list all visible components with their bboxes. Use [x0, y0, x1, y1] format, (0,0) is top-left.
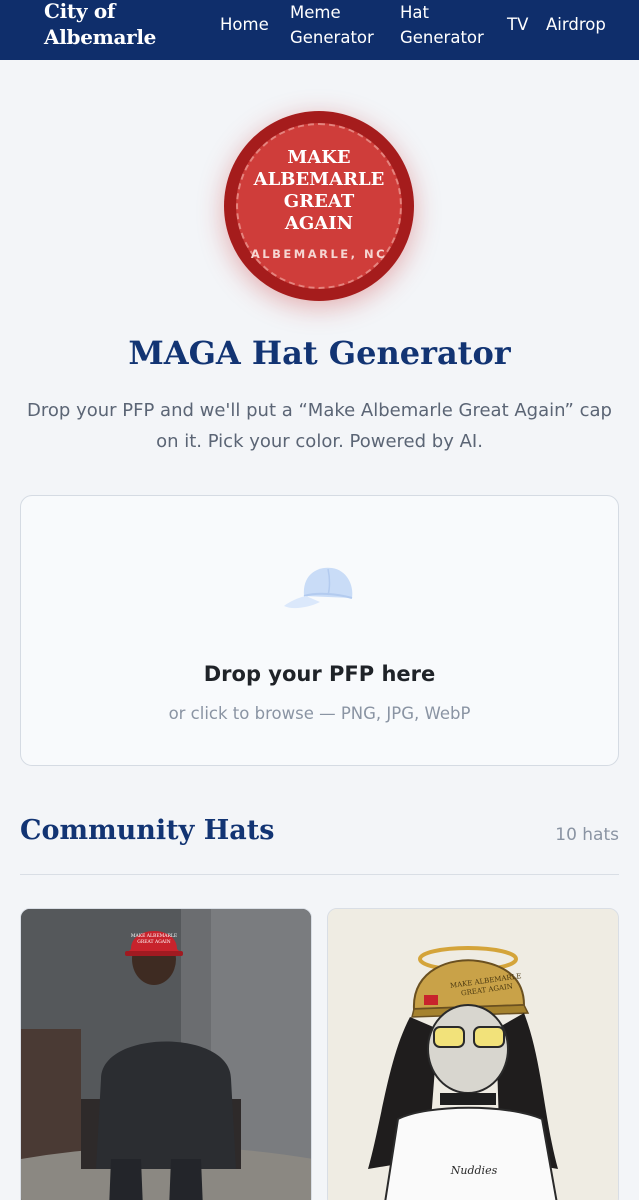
community-card[interactable]: MAKE ALBEMARLE GREAT AGAIN Nuddies: [327, 908, 619, 1200]
card-shirt-text: Nuddies: [450, 1164, 498, 1177]
card-hat-text-1: MAKE ALBEMARLE: [131, 933, 177, 939]
nav-link-airdrop[interactable]: Airdrop: [546, 12, 606, 37]
page-subtitle: Drop your PFP and we'll put a “Make Albe…: [27, 400, 612, 452]
brand-line-2: Albemarle: [44, 25, 157, 49]
section-divider: [20, 874, 619, 875]
pfp-dropzone[interactable]: Drop your PFP here or click to browse — …: [20, 495, 619, 766]
badge-line: AGAIN: [284, 213, 354, 234]
community-count: 10 hats: [555, 825, 619, 845]
nav-link-hat-generator[interactable]: Hat Generator: [400, 0, 484, 50]
nav-hat-line-1: Hat: [400, 3, 429, 22]
dropzone-subtitle: or click to browse — PNG, JPG, WebP: [168, 704, 471, 723]
nav-meme-line-2: Generator: [290, 28, 374, 47]
badge-line: GREAT: [283, 191, 355, 212]
badge-line: MAKE: [287, 147, 351, 168]
nav-link-home[interactable]: Home: [220, 12, 269, 37]
nav-hat-line-2: Generator: [400, 28, 484, 47]
community-title: Community Hats: [20, 815, 275, 846]
card-hat-text-2: GREAT AGAIN: [137, 939, 171, 945]
card-image-man-with-hat: MAKE ALBEMARLE GREAT AGAIN: [21, 909, 311, 1200]
badge-line: ALBEMARLE: [253, 169, 385, 190]
nav-link-tv[interactable]: TV: [507, 12, 528, 37]
maga-badge-logo: MAKE ALBEMARLE GREAT AGAIN ALBEMARLE, NC: [224, 111, 414, 301]
card-image-skeleton-with-hat: MAKE ALBEMARLE GREAT AGAIN Nuddies: [328, 909, 618, 1200]
dropzone-title: Drop your PFP here: [203, 662, 436, 686]
page-title: MAGA Hat Generator: [128, 334, 511, 372]
brand-line-1: City of: [44, 0, 116, 23]
badge-location: ALBEMARLE, NC: [250, 247, 388, 261]
top-navbar: City of Albemarle Home Meme Generator Hat…: [0, 0, 639, 60]
community-card[interactable]: MAKE ALBEMARLE GREAT AGAIN: [20, 908, 312, 1200]
cap-icon: [284, 567, 353, 609]
nav-meme-line-1: Meme: [290, 3, 341, 22]
nav-link-meme-generator[interactable]: Meme Generator: [290, 0, 374, 50]
site-brand[interactable]: City of Albemarle: [44, 0, 156, 50]
badge-text: MAKE ALBEMARLE GREAT AGAIN: [224, 147, 414, 235]
